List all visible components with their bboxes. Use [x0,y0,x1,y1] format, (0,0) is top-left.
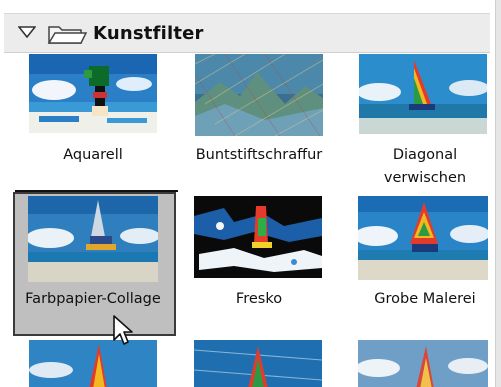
section-title: Kunstfilter [93,23,204,44]
filter-label: Buntstiftschraffur [195,147,323,163]
filter-label: Fresko [235,291,283,307]
triangle-down-icon[interactable] [18,26,36,38]
thumbnail-row3-1 [29,340,157,387]
filter-label: Farbpapier-Collage [25,291,161,307]
filter-label-line2: verwischen [383,170,467,186]
thumbnail-row3-3 [358,340,488,387]
thumbnail-buntstiftschraffur [195,54,323,136]
filter-item-buntstiftschraffur[interactable]: Buntstiftschraffur [176,52,342,177]
folder-icon [47,26,87,44]
filter-label: Aquarell [63,147,123,163]
thumbnail-grobe-malerei [358,196,488,280]
thumbnail-row3-2 [194,340,322,387]
thumbnail-farbpapier-collage [28,196,158,282]
filter-item-row3-2[interactable] [176,338,342,387]
thumbnail-diagonal-verwischen [359,54,487,134]
filter-label-line1: Diagonal [392,147,458,163]
filter-label: Grobe Malerei [374,291,476,307]
filter-item-diagonal-verwischen[interactable]: Diagonal verwischen [342,52,501,192]
filter-item-fresko[interactable]: Fresko [176,192,342,317]
scrollbar[interactable] [495,0,501,387]
filter-item-farbpapier-collage[interactable]: Farbpapier-Collage [10,192,176,336]
filter-item-grobe-malerei[interactable]: Grobe Malerei [342,192,501,317]
filter-item-row3-3[interactable] [342,338,501,387]
filter-item-aquarell[interactable]: Aquarell [10,52,176,177]
filter-item-row3-1[interactable] [10,338,176,387]
filter-gallery-panel: Kunstfilter Aquarell Buntstiftschraffur … [0,0,501,387]
section-header-kunstfilter[interactable]: Kunstfilter [4,13,490,53]
mouse-cursor-icon [113,315,133,345]
thumbnail-fresko [194,196,322,278]
thumbnail-aquarell [29,54,157,133]
